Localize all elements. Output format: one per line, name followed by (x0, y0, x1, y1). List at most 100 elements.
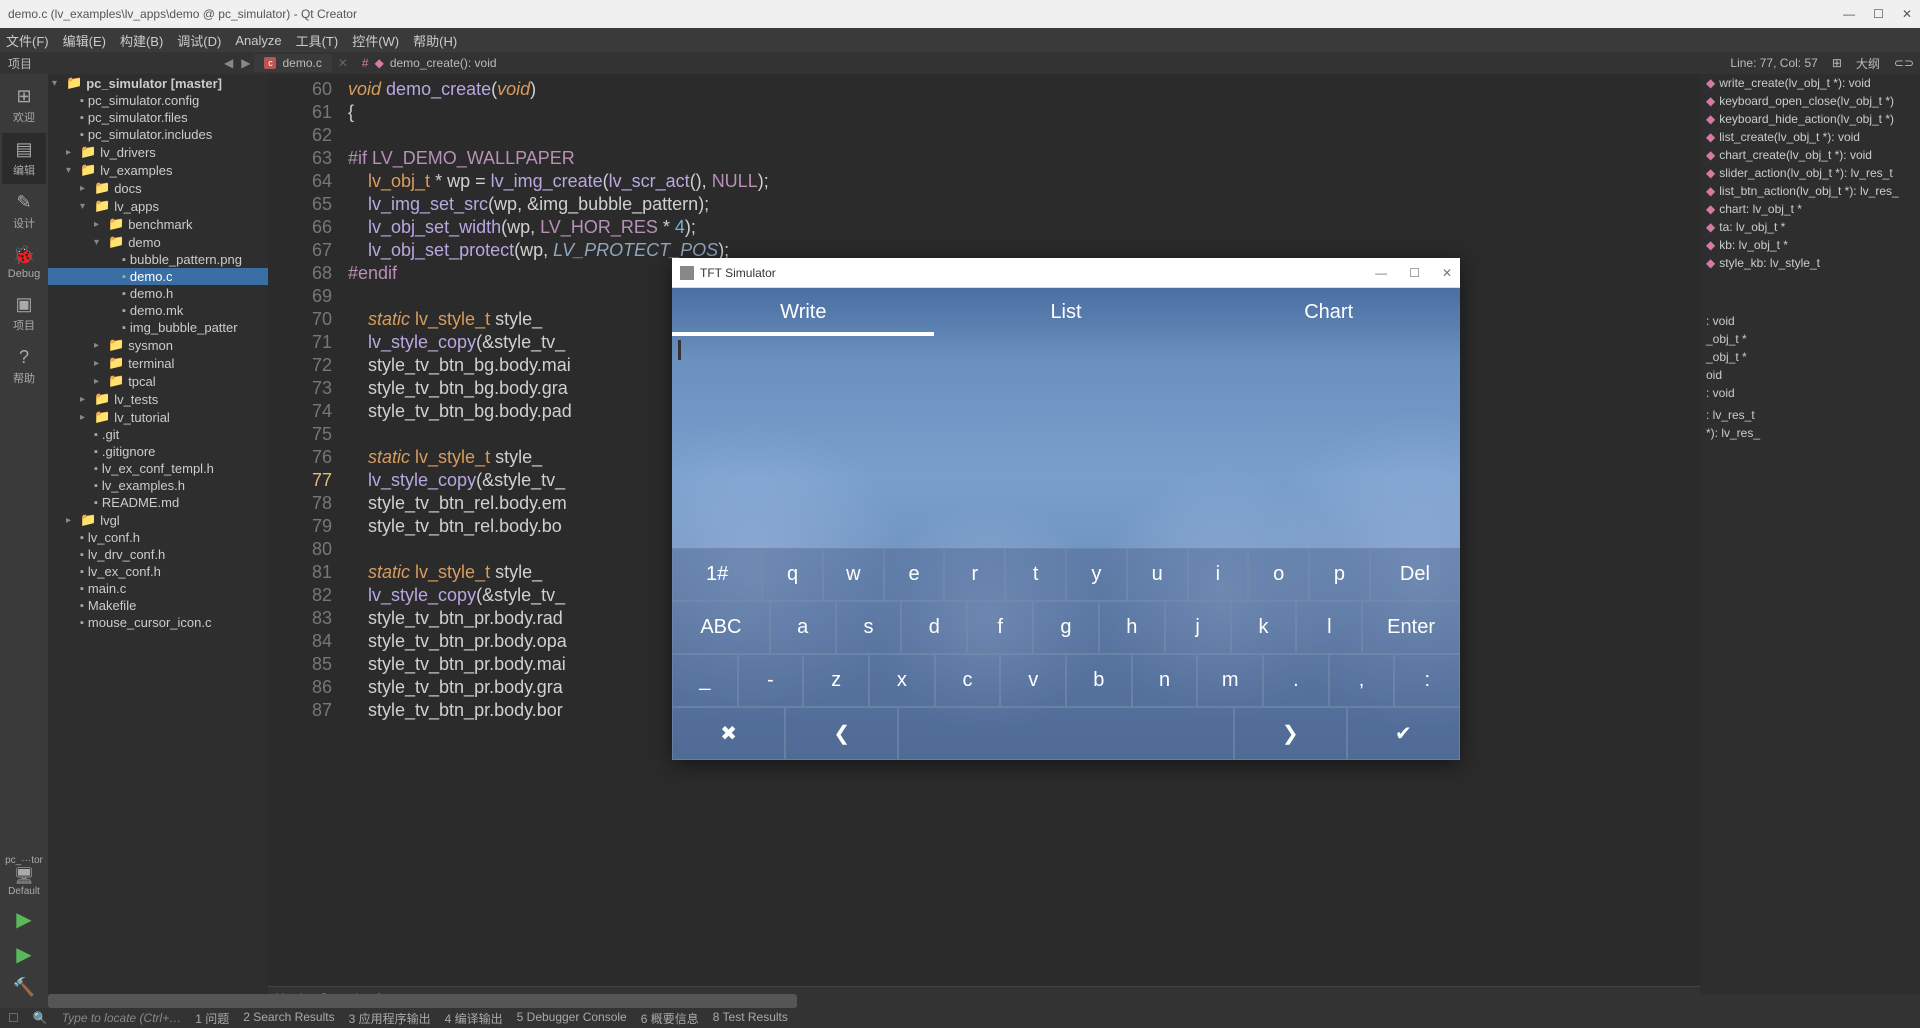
mode-项目[interactable]: ▣项目 (2, 288, 46, 339)
outline-item[interactable]: ◆slider_action(lv_obj_t *): lv_res_t (1700, 164, 1920, 182)
build-button[interactable]: 🔨 (13, 977, 35, 998)
tree-node[interactable]: ▪lv_conf.h (48, 529, 268, 546)
key-e[interactable]: e (884, 548, 945, 601)
menu-item[interactable]: 控件(W) (352, 31, 399, 50)
mode-帮助[interactable]: ?帮助 (2, 341, 46, 392)
output-pane-tab[interactable]: 4 编译输出 (445, 1010, 503, 1027)
tree-node[interactable]: ▾📁lv_examples (48, 161, 268, 179)
tree-node[interactable]: ▪pc_simulator.includes (48, 126, 268, 143)
key-f[interactable]: f (967, 601, 1033, 654)
mode-欢迎[interactable]: ⊞欢迎 (2, 80, 46, 131)
key-✖[interactable]: ✖ (672, 707, 785, 760)
output-pane-tab[interactable]: 3 应用程序输出 (349, 1010, 431, 1027)
menu-item[interactable]: 帮助(H) (413, 31, 457, 50)
tree-node[interactable]: ▪img_bubble_patter (48, 319, 268, 336)
menu-item[interactable]: 构建(B) (120, 31, 163, 50)
key-n[interactable]: n (1132, 654, 1198, 707)
key-w[interactable]: w (823, 548, 884, 601)
key-k[interactable]: k (1231, 601, 1297, 654)
key-u[interactable]: u (1127, 548, 1188, 601)
code-line[interactable]: lv_obj_set_width(wp, LV_HOR_RES * 4); (348, 216, 1700, 239)
sim-display[interactable]: Write List Chart 1#qwertyuiopDelABCasdfg… (672, 288, 1460, 760)
output-pane-tab[interactable]: 2 Search Results (243, 1010, 334, 1027)
key-m[interactable]: m (1197, 654, 1263, 707)
output-pane-tab[interactable]: 8 Test Results (713, 1010, 788, 1027)
tree-node[interactable]: ▪demo.h (48, 285, 268, 302)
tree-node[interactable]: ▪README.md (48, 494, 268, 511)
tree-node[interactable]: ▪mouse_cursor_icon.c (48, 614, 268, 631)
kit-selector[interactable]: pc_···tor 🖥 Default (5, 855, 43, 897)
key-s[interactable]: s (836, 601, 902, 654)
key-y[interactable]: y (1066, 548, 1127, 601)
menu-item[interactable]: 工具(T) (296, 31, 339, 50)
tree-node[interactable]: ▪demo.c (48, 268, 268, 285)
outline-item[interactable]: ◆list_create(lv_obj_t *): void (1700, 128, 1920, 146)
tree-node[interactable]: ▪bubble_pattern.png (48, 251, 268, 268)
output-pane-tab[interactable]: 1 问题 (195, 1010, 229, 1027)
tree-node[interactable]: ▪lv_examples.h (48, 477, 268, 494)
tree-node[interactable]: ▸📁tpcal (48, 372, 268, 390)
key-p[interactable]: p (1309, 548, 1370, 601)
tree-node[interactable]: ▾📁demo (48, 233, 268, 251)
tree-node[interactable]: ▪lv_drv_conf.h (48, 546, 268, 563)
expand-icon[interactable]: ▾ (52, 78, 62, 89)
key-x[interactable]: x (869, 654, 935, 707)
outline-item[interactable]: ◆ta: lv_obj_t * (1700, 218, 1920, 236)
expand-icon[interactable]: ▾ (66, 165, 76, 176)
expand-icon[interactable]: ▸ (94, 358, 104, 369)
run-debug-button[interactable]: ▶ (16, 942, 31, 967)
link-icon[interactable]: ⊂⊃ (1888, 56, 1920, 70)
key--[interactable]: - (738, 654, 804, 707)
expand-icon[interactable]: ▸ (66, 515, 76, 526)
code-line[interactable]: void demo_create(void) (348, 78, 1700, 101)
minimize-icon[interactable]: — (1843, 7, 1855, 21)
code-line[interactable]: #if LV_DEMO_WALLPAPER (348, 147, 1700, 170)
outline-item[interactable]: ◆kb: lv_obj_t * (1700, 236, 1920, 254)
maximize-icon[interactable]: ☐ (1873, 7, 1884, 21)
tree-node[interactable]: ▸📁benchmark (48, 215, 268, 233)
tree-node[interactable]: ▾📁lv_apps (48, 197, 268, 215)
file-tab[interactable]: c demo.c (254, 54, 331, 72)
tree-node[interactable]: ▪.gitignore (48, 443, 268, 460)
key-h[interactable]: h (1099, 601, 1165, 654)
expand-icon[interactable]: ▾ (94, 237, 104, 248)
expand-icon[interactable]: ▸ (80, 412, 90, 423)
code-line[interactable]: { (348, 101, 1700, 124)
key-✔[interactable]: ✔ (1347, 707, 1460, 760)
key-.[interactable]: . (1263, 654, 1329, 707)
run-button[interactable]: ▶ (16, 907, 31, 932)
key-g[interactable]: g (1033, 601, 1099, 654)
key-o[interactable]: o (1248, 548, 1309, 601)
key-_[interactable]: _ (672, 654, 738, 707)
key-❯[interactable]: ❯ (1234, 707, 1347, 760)
key-t[interactable]: t (1005, 548, 1066, 601)
nav-fwd-icon[interactable]: ▶ (237, 56, 254, 70)
key-c[interactable]: c (935, 654, 1001, 707)
key-Enter[interactable]: Enter (1362, 601, 1460, 654)
mode-设计[interactable]: ✎设计 (2, 186, 46, 237)
sim-tab-list[interactable]: List (935, 288, 1198, 336)
code-line[interactable]: lv_obj_t * wp = lv_img_create(lv_scr_act… (348, 170, 1700, 193)
expand-icon[interactable]: ▸ (94, 376, 104, 387)
tree-node[interactable]: ▾📁pc_simulator [master] (48, 74, 268, 92)
key-ABC[interactable]: ABC (672, 601, 770, 654)
tree-node[interactable]: ▪.git (48, 426, 268, 443)
split-icon[interactable]: ⊞ (1826, 56, 1848, 70)
tree-node[interactable]: ▸📁lvgl (48, 511, 268, 529)
expand-icon[interactable]: ▾ (80, 201, 90, 212)
tree-node[interactable]: ▪lv_ex_conf_templ.h (48, 460, 268, 477)
close-icon[interactable]: ✕ (1902, 7, 1912, 21)
tree-node[interactable]: ▪main.c (48, 580, 268, 597)
tree-node[interactable]: ▪lv_ex_conf.h (48, 563, 268, 580)
outline-item[interactable]: ◆keyboard_open_close(lv_obj_t *) (1700, 92, 1920, 110)
key-:[interactable]: : (1394, 654, 1460, 707)
expand-icon[interactable]: ▸ (66, 147, 76, 158)
expand-icon[interactable]: ▸ (80, 394, 90, 405)
tree-node[interactable]: ▪pc_simulator.files (48, 109, 268, 126)
expand-icon[interactable]: ▸ (94, 340, 104, 351)
menu-item[interactable]: 调试(D) (177, 31, 221, 50)
sim-titlebar[interactable]: TFT Simulator — ☐ ✕ (672, 258, 1460, 288)
code-line[interactable] (348, 124, 1700, 147)
project-tree[interactable]: ▾📁pc_simulator [master]▪pc_simulator.con… (48, 74, 268, 1008)
key-Del[interactable]: Del (1370, 548, 1460, 601)
